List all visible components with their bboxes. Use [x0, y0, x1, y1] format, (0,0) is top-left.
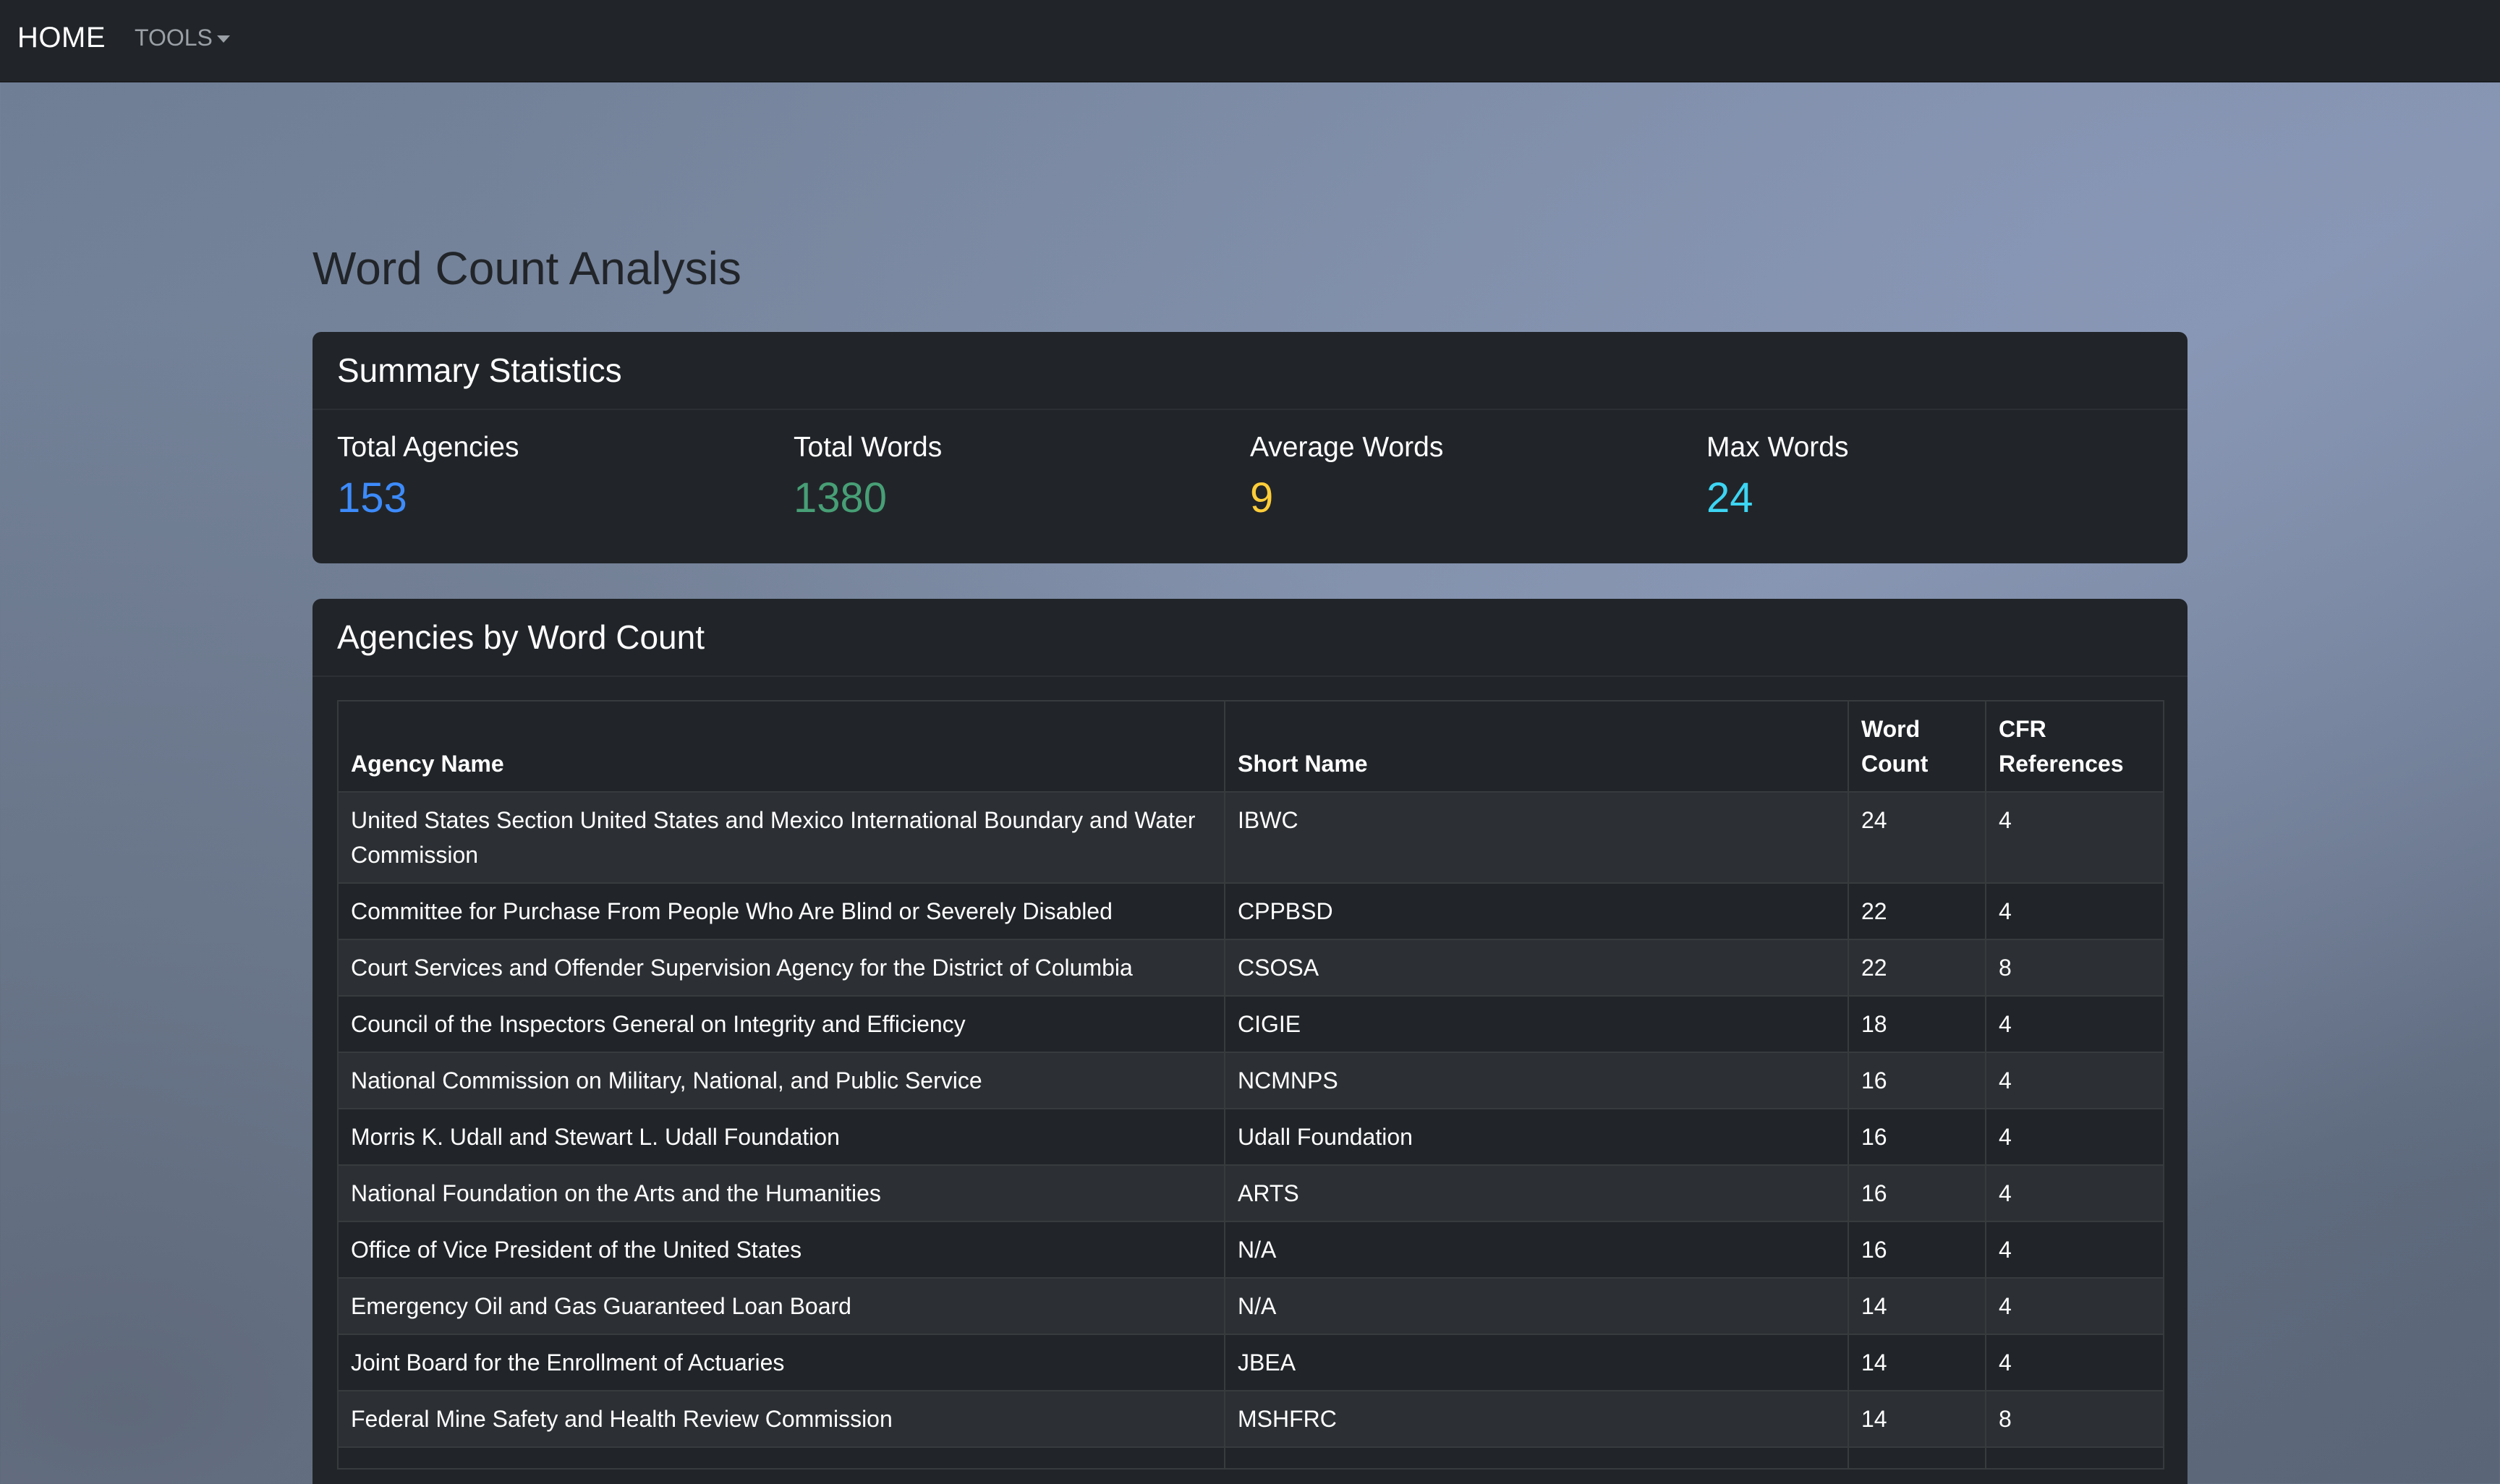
cell-cfr-references	[1985, 1446, 2164, 1470]
home-link[interactable]: HOME	[17, 22, 106, 54]
cell-cfr-references: 8	[1985, 1390, 2164, 1448]
cell-word-count: 16	[1848, 1108, 1986, 1166]
cell-agency-name: Joint Board for the Enrollment of Actuar…	[337, 1334, 1225, 1391]
cell-short-name: ARTS	[1224, 1164, 1849, 1222]
table-row: Federal Mine Safety and Health Review Co…	[337, 1390, 2164, 1448]
stat-value: 9	[1250, 474, 1274, 521]
cell-agency-name: Emergency Oil and Gas Guaranteed Loan Bo…	[337, 1277, 1225, 1335]
cell-word-count: 24	[1848, 791, 1986, 884]
stat-label: Total Words	[794, 432, 943, 463]
cell-agency-name: Federal Mine Safety and Health Review Co…	[337, 1390, 1225, 1448]
table-row: Court Services and Offender Supervision …	[337, 939, 2164, 997]
agencies-table-body: United States Section United States and …	[337, 791, 2164, 1470]
chevron-down-icon	[216, 35, 230, 43]
top-navbar: HOME TOOLS	[0, 0, 2500, 82]
cell-agency-name: Committee for Purchase From People Who A…	[337, 882, 1225, 940]
cell-short-name: NCMNPS	[1224, 1052, 1849, 1109]
cell-short-name: N/A	[1224, 1277, 1849, 1335]
cell-word-count: 16	[1848, 1221, 1986, 1279]
cell-cfr-references: 4	[1985, 882, 2164, 940]
table-row: Council of the Inspectors General on Int…	[337, 995, 2164, 1053]
agencies-table: Agency Name Short Name Word Count CFR Re…	[337, 700, 2164, 1470]
cell-cfr-references: 4	[1985, 1052, 2164, 1109]
tools-label: TOOLS	[135, 25, 213, 51]
cell-agency-name: National Foundation on the Arts and the …	[337, 1164, 1225, 1222]
cell-cfr-references: 4	[1985, 1277, 2164, 1335]
cell-short-name: CPPBSD	[1224, 882, 1849, 940]
cell-cfr-references: 8	[1985, 939, 2164, 997]
cell-short-name: N/A	[1224, 1221, 1849, 1279]
cell-agency-name: Council of the Inspectors General on Int…	[337, 995, 1225, 1053]
cell-cfr-references: 4	[1985, 995, 2164, 1053]
cell-word-count: 16	[1848, 1052, 1986, 1109]
table-row: Emergency Oil and Gas Guaranteed Loan Bo…	[337, 1277, 2164, 1335]
cell-short-name: IBWC	[1224, 791, 1849, 884]
stat-label: Average Words	[1250, 432, 1444, 463]
agencies-card: Agencies by Word Count Agency Name Short…	[312, 599, 2188, 1484]
table-row	[337, 1446, 2164, 1470]
page-title: Word Count Analysis	[312, 242, 741, 294]
summary-stats: Total Agencies 153 Total Words 1380 Aver…	[312, 410, 2188, 522]
cell-short-name: JBEA	[1224, 1334, 1849, 1391]
cell-agency-name: United States Section United States and …	[337, 791, 1225, 884]
cell-word-count: 14	[1848, 1334, 1986, 1391]
stat-max-words: Max Words 24	[1706, 432, 2163, 522]
cell-agency-name: Morris K. Udall and Stewart L. Udall Fou…	[337, 1108, 1225, 1166]
stat-total-words: Total Words 1380	[794, 432, 1250, 522]
cell-cfr-references: 4	[1985, 1108, 2164, 1166]
table-row: Joint Board for the Enrollment of Actuar…	[337, 1334, 2164, 1391]
cell-word-count: 18	[1848, 995, 1986, 1053]
cell-agency-name	[337, 1446, 1225, 1470]
stat-label: Total Agencies	[337, 432, 519, 463]
table-row: United States Section United States and …	[337, 791, 2164, 884]
table-header-row: Agency Name Short Name Word Count CFR Re…	[337, 700, 2164, 793]
summary-card: Summary Statistics Total Agencies 153 To…	[312, 332, 2188, 563]
cell-short-name: CIGIE	[1224, 995, 1849, 1053]
cell-cfr-references: 4	[1985, 1221, 2164, 1279]
column-header-short-name: Short Name	[1224, 700, 1849, 793]
cell-short-name: Udall Foundation	[1224, 1108, 1849, 1166]
stat-label: Max Words	[1706, 432, 1849, 463]
stat-value: 153	[337, 474, 407, 521]
stat-total-agencies: Total Agencies 153	[337, 432, 794, 522]
agencies-card-header: Agencies by Word Count	[312, 599, 2188, 677]
cell-word-count: 22	[1848, 939, 1986, 997]
table-row: Committee for Purchase From People Who A…	[337, 882, 2164, 940]
cell-agency-name: Office of Vice President of the United S…	[337, 1221, 1225, 1279]
table-row: Morris K. Udall and Stewart L. Udall Fou…	[337, 1108, 2164, 1166]
column-header-cfr-references: CFR References	[1985, 700, 2164, 793]
column-header-agency-name: Agency Name	[337, 700, 1225, 793]
summary-card-header: Summary Statistics	[312, 332, 2188, 410]
column-header-word-count: Word Count	[1848, 700, 1986, 793]
cell-word-count: 16	[1848, 1164, 1986, 1222]
cell-short-name: CSOSA	[1224, 939, 1849, 997]
tools-dropdown[interactable]: TOOLS	[135, 25, 230, 51]
cell-word-count	[1848, 1446, 1986, 1470]
stat-average-words: Average Words 9	[1250, 432, 1706, 522]
table-row: National Foundation on the Arts and the …	[337, 1164, 2164, 1222]
cell-word-count: 14	[1848, 1277, 1986, 1335]
agencies-table-wrapper[interactable]: Agency Name Short Name Word Count CFR Re…	[337, 700, 2164, 1470]
cell-word-count: 14	[1848, 1390, 1986, 1448]
cell-agency-name: National Commission on Military, Nationa…	[337, 1052, 1225, 1109]
cell-short-name: MSHFRC	[1224, 1390, 1849, 1448]
stat-value: 24	[1706, 474, 1753, 521]
cell-agency-name: Court Services and Offender Supervision …	[337, 939, 1225, 997]
table-row: Office of Vice President of the United S…	[337, 1221, 2164, 1279]
table-row: National Commission on Military, Nationa…	[337, 1052, 2164, 1109]
cell-cfr-references: 4	[1985, 1334, 2164, 1391]
stat-value: 1380	[794, 474, 888, 521]
cell-short-name	[1224, 1446, 1849, 1470]
cell-word-count: 22	[1848, 882, 1986, 940]
cell-cfr-references: 4	[1985, 1164, 2164, 1222]
cell-cfr-references: 4	[1985, 791, 2164, 884]
